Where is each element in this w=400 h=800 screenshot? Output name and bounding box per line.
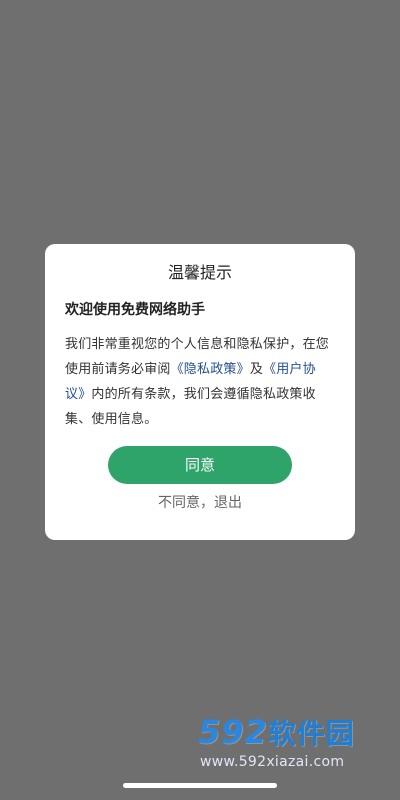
dialog-body-text: 我们非常重视您的个人信息和隐私保护，在您使用前请务必审阅《隐私政策》及《用户协议… (65, 332, 335, 432)
privacy-dialog: 温馨提示 欢迎使用免费网络助手 我们非常重视您的个人信息和隐私保护，在您使用前请… (45, 244, 355, 540)
privacy-policy-link[interactable]: 《隐私政策》 (171, 362, 250, 377)
body-text-part-2: 内的所有条款，我们会遵循隐私政策收集、使用信息。 (65, 387, 316, 427)
watermark-url: www.592xiazai.com (200, 754, 345, 770)
dialog-subtitle: 欢迎使用免费网络助手 (65, 302, 205, 318)
watermark-number: 592 (198, 713, 268, 751)
watermark-text: 软件园 (267, 717, 355, 750)
body-text-and: 及 (249, 362, 264, 377)
dialog-title: 温馨提示 (167, 263, 232, 282)
agree-button[interactable]: 同意 (108, 446, 292, 484)
disagree-exit-button[interactable]: 不同意，退出 (45, 493, 355, 513)
home-indicator[interactable] (123, 783, 277, 788)
watermark-logo: 592软件园 www.592xiazai.com (198, 712, 386, 782)
watermark-title: 592软件园 (198, 712, 355, 752)
